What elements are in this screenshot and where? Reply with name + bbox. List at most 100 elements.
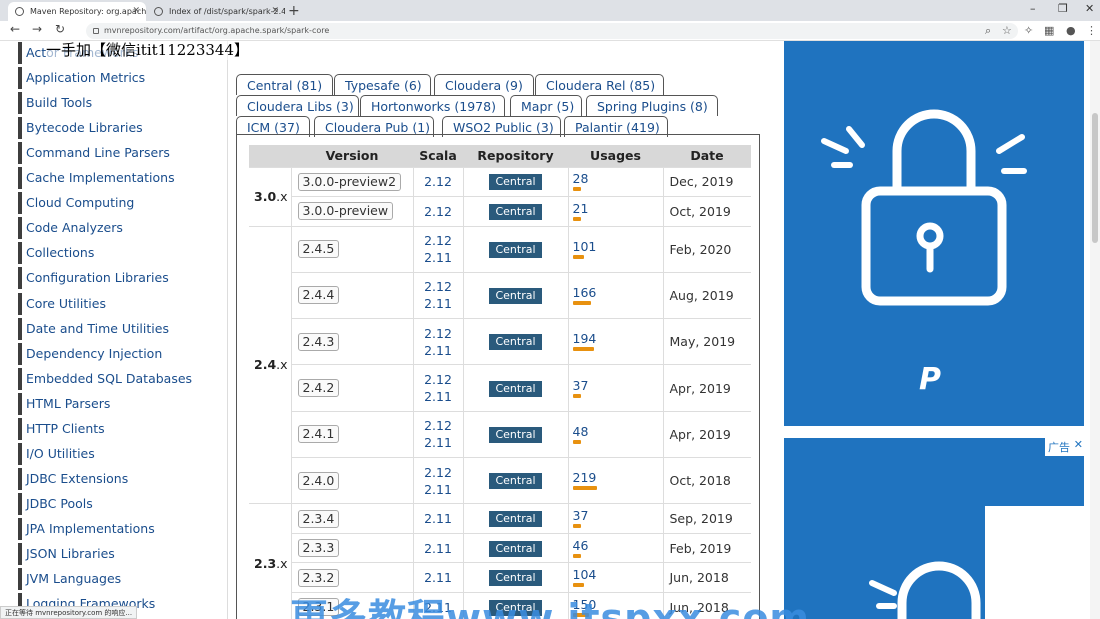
- version-link[interactable]: 2.4.2: [297, 379, 340, 398]
- scala-version-link[interactable]: 2.11: [414, 342, 463, 359]
- sidebar-item[interactable]: Cloud Computing: [18, 192, 218, 215]
- version-link[interactable]: 2.3.3: [297, 539, 340, 558]
- repository-badge[interactable]: Central: [489, 174, 542, 191]
- usages-link[interactable]: 101: [573, 239, 597, 254]
- scala-version-link[interactable]: 2.12: [414, 232, 463, 249]
- repository-badge[interactable]: Central: [489, 511, 542, 528]
- repository-tab[interactable]: Spring Plugins (8): [586, 95, 718, 116]
- version-link[interactable]: 2.3.4: [297, 509, 340, 528]
- repository-tab[interactable]: Mapr (5): [510, 95, 582, 116]
- sidebar-item[interactable]: Command Line Parsers: [18, 142, 218, 165]
- version-link[interactable]: 2.4.1: [297, 425, 340, 444]
- sidebar-item[interactable]: I/O Utilities: [18, 442, 218, 465]
- scala-version-link[interactable]: 2.11: [414, 434, 463, 451]
- sidebar-item[interactable]: JVM Languages: [18, 568, 218, 591]
- usages-link[interactable]: 48: [573, 424, 589, 439]
- back-icon[interactable]: ←: [10, 22, 20, 36]
- scala-version-link[interactable]: 2.12: [414, 278, 463, 295]
- version-link[interactable]: 3.0.0-preview2: [297, 172, 402, 191]
- scala-version-link[interactable]: 2.11: [414, 481, 463, 498]
- repository-tab[interactable]: Central (81): [236, 74, 333, 95]
- repository-badge[interactable]: Central: [489, 540, 542, 557]
- repository-badge[interactable]: Central: [489, 203, 542, 220]
- usages-link[interactable]: 219: [573, 470, 597, 485]
- scala-version-link[interactable]: 2.12: [414, 371, 463, 388]
- repository-badge[interactable]: Central: [489, 334, 542, 351]
- sidebar-item[interactable]: Date and Time Utilities: [18, 317, 218, 340]
- repository-badge[interactable]: Central: [489, 473, 542, 490]
- version-link[interactable]: 2.4.0: [297, 471, 340, 490]
- sidebar-item[interactable]: Cache Implementations: [18, 167, 218, 190]
- usages-link[interactable]: 46: [573, 538, 589, 553]
- minimize-icon[interactable]: –: [1030, 2, 1036, 15]
- repository-badge[interactable]: Central: [489, 426, 542, 443]
- search-icon[interactable]: ⌕: [985, 24, 991, 38]
- scrollbar-thumb[interactable]: [1092, 113, 1098, 243]
- scala-version-link[interactable]: 2.12: [414, 464, 463, 481]
- new-tab-icon[interactable]: +: [288, 2, 300, 20]
- sidebar-item[interactable]: Build Tools: [18, 92, 218, 115]
- sidebar-item[interactable]: JDBC Extensions: [18, 467, 218, 490]
- bookmark-star-icon[interactable]: ☆: [1002, 24, 1012, 37]
- reload-icon[interactable]: ↻: [55, 22, 65, 36]
- address-bar[interactable]: mvnrepository.com/artifact/org.apache.sp…: [86, 23, 1018, 39]
- sidebar-item[interactable]: Embedded SQL Databases: [18, 367, 218, 390]
- menu-icon[interactable]: ⋮: [1086, 24, 1097, 37]
- usages-link[interactable]: 104: [573, 567, 597, 582]
- scala-version-link[interactable]: 2.11: [414, 510, 463, 527]
- close-tab-icon[interactable]: ✕: [132, 2, 140, 21]
- repository-badge[interactable]: Central: [489, 287, 542, 304]
- scala-version-link[interactable]: 2.11: [414, 295, 463, 312]
- maximize-icon[interactable]: ❐: [1058, 2, 1068, 15]
- scala-version-link[interactable]: 2.12: [414, 417, 463, 434]
- sidebar-item[interactable]: JDBC Pools: [18, 492, 218, 515]
- version-link[interactable]: 2.3.2: [297, 568, 340, 587]
- scala-version-link[interactable]: 2.11: [414, 249, 463, 266]
- repository-badge[interactable]: Central: [489, 570, 542, 587]
- repository-tab[interactable]: Cloudera Rel (85): [535, 74, 664, 95]
- ad-label[interactable]: 广告 ✕: [1045, 438, 1084, 456]
- usages-link[interactable]: 37: [573, 378, 589, 393]
- repository-badge[interactable]: Central: [489, 241, 542, 258]
- sidebar-item[interactable]: Configuration Libraries: [18, 267, 218, 290]
- scala-version-link[interactable]: 2.11: [414, 540, 463, 557]
- sidebar-item[interactable]: Code Analyzers: [18, 217, 218, 240]
- repository-tab[interactable]: Hortonworks (1978): [360, 95, 505, 116]
- browser-tab-maven[interactable]: Maven Repository: org.apache... ✕: [8, 2, 146, 21]
- sidebar-item[interactable]: JPA Implementations: [18, 517, 218, 540]
- scala-version-link[interactable]: 2.12: [414, 173, 463, 190]
- account-icon[interactable]: ●: [1066, 24, 1076, 37]
- usages-link[interactable]: 21: [573, 201, 589, 216]
- sidebar-item[interactable]: HTTP Clients: [18, 417, 218, 440]
- sidebar-item[interactable]: HTML Parsers: [18, 392, 218, 415]
- ad-banner-top[interactable]: P: [784, 41, 1084, 426]
- version-link[interactable]: 2.4.4: [297, 286, 340, 305]
- browser-tab-index[interactable]: Index of /dist/spark/spark-2.4... ✕: [147, 2, 285, 21]
- sidebar-item[interactable]: Application Metrics: [18, 67, 218, 90]
- ad-banner-bottom[interactable]: 广告 ✕: [784, 438, 1084, 619]
- repository-tab[interactable]: Typesafe (6): [334, 74, 431, 95]
- repository-badge[interactable]: Central: [489, 380, 542, 397]
- usages-link[interactable]: 37: [573, 508, 589, 523]
- version-link[interactable]: 3.0.0-preview: [297, 202, 394, 221]
- sidebar-item[interactable]: Collections: [18, 242, 218, 265]
- version-link[interactable]: 2.4.3: [297, 332, 340, 351]
- sidebar-item[interactable]: JSON Libraries: [18, 543, 218, 565]
- close-ad-icon[interactable]: ✕: [1074, 438, 1083, 451]
- scala-version-link[interactable]: 2.12: [414, 325, 463, 342]
- scala-version-link[interactable]: 2.12: [414, 203, 463, 220]
- usages-link[interactable]: 166: [573, 285, 597, 300]
- extension-icon[interactable]: ✧: [1024, 24, 1033, 37]
- close-window-icon[interactable]: ✕: [1085, 2, 1094, 15]
- version-link[interactable]: 2.4.5: [297, 240, 340, 259]
- usages-link[interactable]: 28: [573, 171, 589, 186]
- page-scrollbar[interactable]: [1090, 41, 1100, 619]
- extension-icon[interactable]: ▦: [1044, 24, 1054, 37]
- usages-link[interactable]: 194: [573, 331, 597, 346]
- scala-version-link[interactable]: 2.11: [414, 388, 463, 405]
- forward-icon[interactable]: →: [32, 22, 42, 36]
- sidebar-item[interactable]: Core Utilities: [18, 292, 218, 315]
- sidebar-item[interactable]: Bytecode Libraries: [18, 117, 218, 140]
- repository-tab[interactable]: Cloudera (9): [434, 74, 534, 95]
- repository-tab[interactable]: Cloudera Libs (3): [236, 95, 359, 116]
